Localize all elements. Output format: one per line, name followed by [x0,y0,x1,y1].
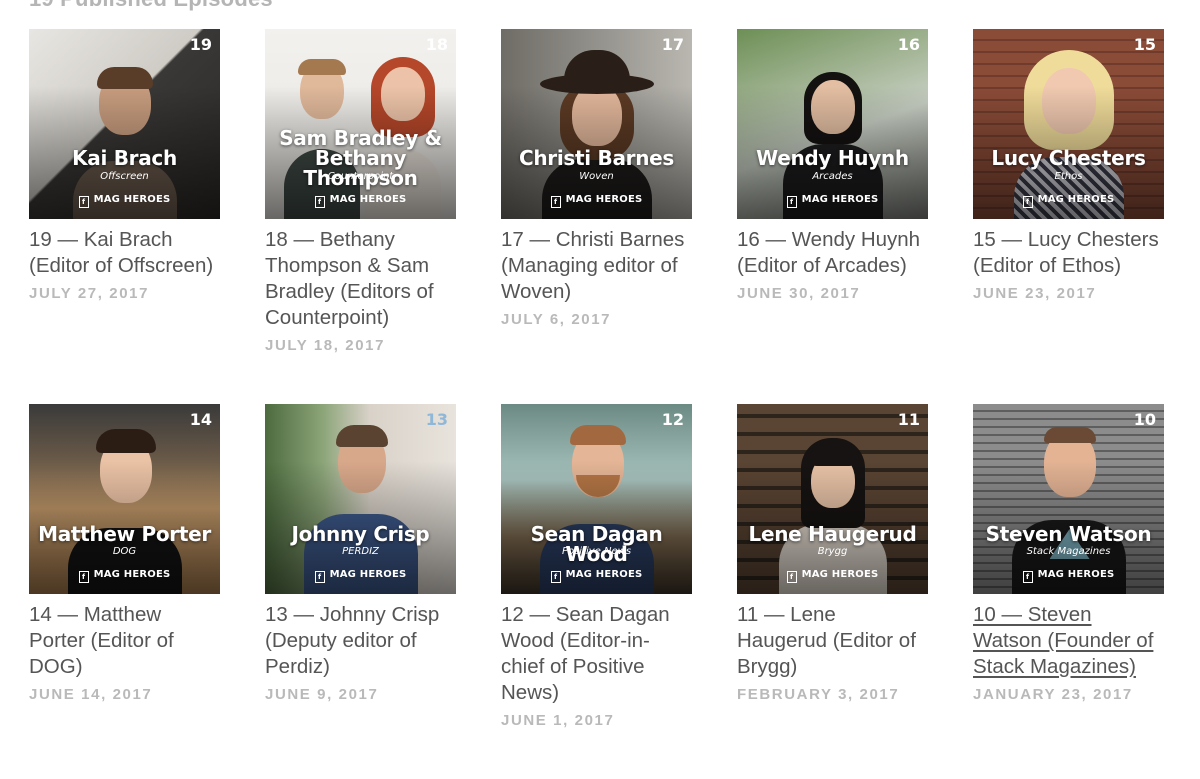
episode-number: 19 [189,35,212,54]
brand-badge: f MAG HEROES [737,569,928,583]
episode-date: FEBRUARY 3, 2017 [737,686,900,703]
episode-card[interactable]: 16 Wendy Huynh Arcades f MAG HEROES 16 — … [737,29,928,404]
episode-number: 16 [897,35,920,54]
brand-badge: f MAG HEROES [265,194,456,208]
section-heading: 19 Published Episodes [29,0,273,12]
cover-magazine-name: Ethos [1054,171,1083,182]
brand-badge: f MAG HEROES [973,569,1164,583]
cover-magazine-name: Brygg [817,546,848,557]
episode-cover[interactable]: 12 Sean Dagan Wood Positive News f MAG HE… [501,404,692,594]
mag-heroes-logo-icon: f [1022,196,1033,208]
mag-heroes-logo-icon: f [786,196,797,208]
episode-date: JANUARY 23, 2017 [973,686,1133,703]
episode-card[interactable]: 14 Matthew Porter DOG f MAG HEROES 14 — M… [29,404,220,779]
episode-cover[interactable]: 19 Kai Brach Offscreen f MAG HEROES [29,29,220,219]
episode-card[interactable]: 11 Lene Haugerud Brygg f MAG HEROES 11 — … [737,404,928,779]
episode-card[interactable]: 15 Lucy Chesters Ethos f MAG HEROES 15 — … [973,29,1164,404]
episode-card[interactable]: 10 Steven Watson Stack Magazines f MAG HE… [973,404,1164,779]
episode-card[interactable]: 13 Johnny Crisp PERDIZ f MAG HEROES 13 — … [265,404,456,779]
cover-magazine-name: Offscreen [100,171,149,182]
episode-date: JUNE 23, 2017 [973,285,1097,302]
episode-number: 13 [425,410,448,429]
episode-date: JUNE 30, 2017 [737,285,861,302]
cover-magazine-name: Woven [579,171,614,182]
brand-badge: f MAG HEROES [265,569,456,583]
mag-heroes-logo-icon: f [786,571,797,583]
episode-number: 12 [661,410,684,429]
episode-title-link[interactable]: 13 — Johnny Crisp (Deputy editor of Perd… [265,602,456,680]
brand-badge: f MAG HEROES [501,569,692,583]
mag-heroes-logo-icon: f [1022,571,1033,583]
cover-magazine-name: Arcades [812,171,853,182]
episode-number: 10 [1133,410,1156,429]
episode-cover[interactable]: 11 Lene Haugerud Brygg f MAG HEROES [737,404,928,594]
episode-number: 15 [1133,35,1156,54]
cover-guest-name: Lucy Chesters [991,146,1146,170]
episode-title-link[interactable]: 18 — Bethany Thompson & Sam Bradley (Edi… [265,227,456,331]
episode-date: JUNE 1, 2017 [501,712,615,729]
episode-cover[interactable]: 13 Johnny Crisp PERDIZ f MAG HEROES [265,404,456,594]
cover-guest-name: Christi Barnes [518,146,675,170]
episode-title-link[interactable]: 11 — Lene Haugerud (Editor of Brygg) [737,602,928,680]
mag-heroes-logo-icon: f [78,196,89,208]
episode-grid: 19 Kai Brach Offscreen f MAG HEROES 19 — … [29,29,1164,779]
episode-number: 11 [897,410,920,429]
episode-cover[interactable]: 17 Christi Barnes Woven f MAG HEROES [501,29,692,219]
brand-badge: f MAG HEROES [29,569,220,583]
episode-date: JUNE 14, 2017 [29,686,153,703]
episode-card[interactable]: 12 Sean Dagan Wood Positive News f MAG HE… [501,404,692,779]
episode-date: JULY 18, 2017 [265,337,386,354]
cover-magazine-name: Stack Magazines [1026,546,1111,557]
episode-title-link[interactable]: 10 — Steven Watson (Founder of Stack Mag… [973,602,1164,680]
episode-title-link[interactable]: 15 — Lucy Chesters (Editor of Ethos) [973,227,1164,279]
episode-title-link[interactable]: 16 — Wendy Huynh (Editor of Arcades) [737,227,928,279]
episode-title-link[interactable]: 12 — Sean Dagan Wood (Editor-in-chief of… [501,602,692,706]
episode-card[interactable]: 17 Christi Barnes Woven f MAG HEROES 17 —… [501,29,692,404]
mag-heroes-logo-icon: f [314,571,325,583]
episode-cover[interactable]: 15 Lucy Chesters Ethos f MAG HEROES [973,29,1164,219]
cover-guest-name: Kai Brach [72,146,177,170]
cover-magazine-name: PERDIZ [342,546,379,557]
brand-badge: f MAG HEROES [29,194,220,208]
episode-title-link[interactable]: 17 — Christi Barnes (Managing editor of … [501,227,692,305]
episode-date: JUNE 9, 2017 [265,686,379,703]
episode-cover[interactable]: 16 Wendy Huynh Arcades f MAG HEROES [737,29,928,219]
cover-guest-name: Johnny Crisp [291,522,430,546]
brand-badge: f MAG HEROES [973,194,1164,208]
mag-heroes-logo-icon: f [78,571,89,583]
cover-guest-name: Wendy Huynh [756,146,909,170]
brand-badge: f MAG HEROES [737,194,928,208]
episode-cover[interactable]: 14 Matthew Porter DOG f MAG HEROES [29,404,220,594]
episode-number: 17 [661,35,684,54]
mag-heroes-logo-icon: f [314,196,325,208]
mag-heroes-logo-icon: f [550,196,561,208]
cover-magazine-name: Positive News [561,546,632,557]
brand-badge: f MAG HEROES [501,194,692,208]
cover-guest-name: Lene Haugerud [748,522,917,546]
episode-card[interactable]: 18 Sam Bradley & Bethany Thompson Counte… [265,29,456,404]
episode-title-link[interactable]: 14 — Matthew Porter (Editor of DOG) [29,602,220,680]
episode-cover[interactable]: 18 Sam Bradley & Bethany Thompson Counte… [265,29,456,219]
episode-cover[interactable]: 10 Steven Watson Stack Magazines f MAG HE… [973,404,1164,594]
episode-title-link[interactable]: 19 — Kai Brach (Editor of Offscreen) [29,227,220,279]
cover-guest-name: Steven Watson [985,522,1152,546]
episode-date: JULY 27, 2017 [29,285,150,302]
episode-number: 18 [425,35,448,54]
cover-magazine-name: DOG [112,546,137,557]
episode-card[interactable]: 19 Kai Brach Offscreen f MAG HEROES 19 — … [29,29,220,404]
episode-date: JULY 6, 2017 [501,311,612,328]
episode-number: 14 [189,410,212,429]
mag-heroes-logo-icon: f [550,571,561,583]
cover-magazine-name: Counterpoint [327,171,394,182]
cover-guest-name: Sean Dagan Wood [530,522,663,566]
cover-guest-name: Matthew Porter [38,522,211,546]
